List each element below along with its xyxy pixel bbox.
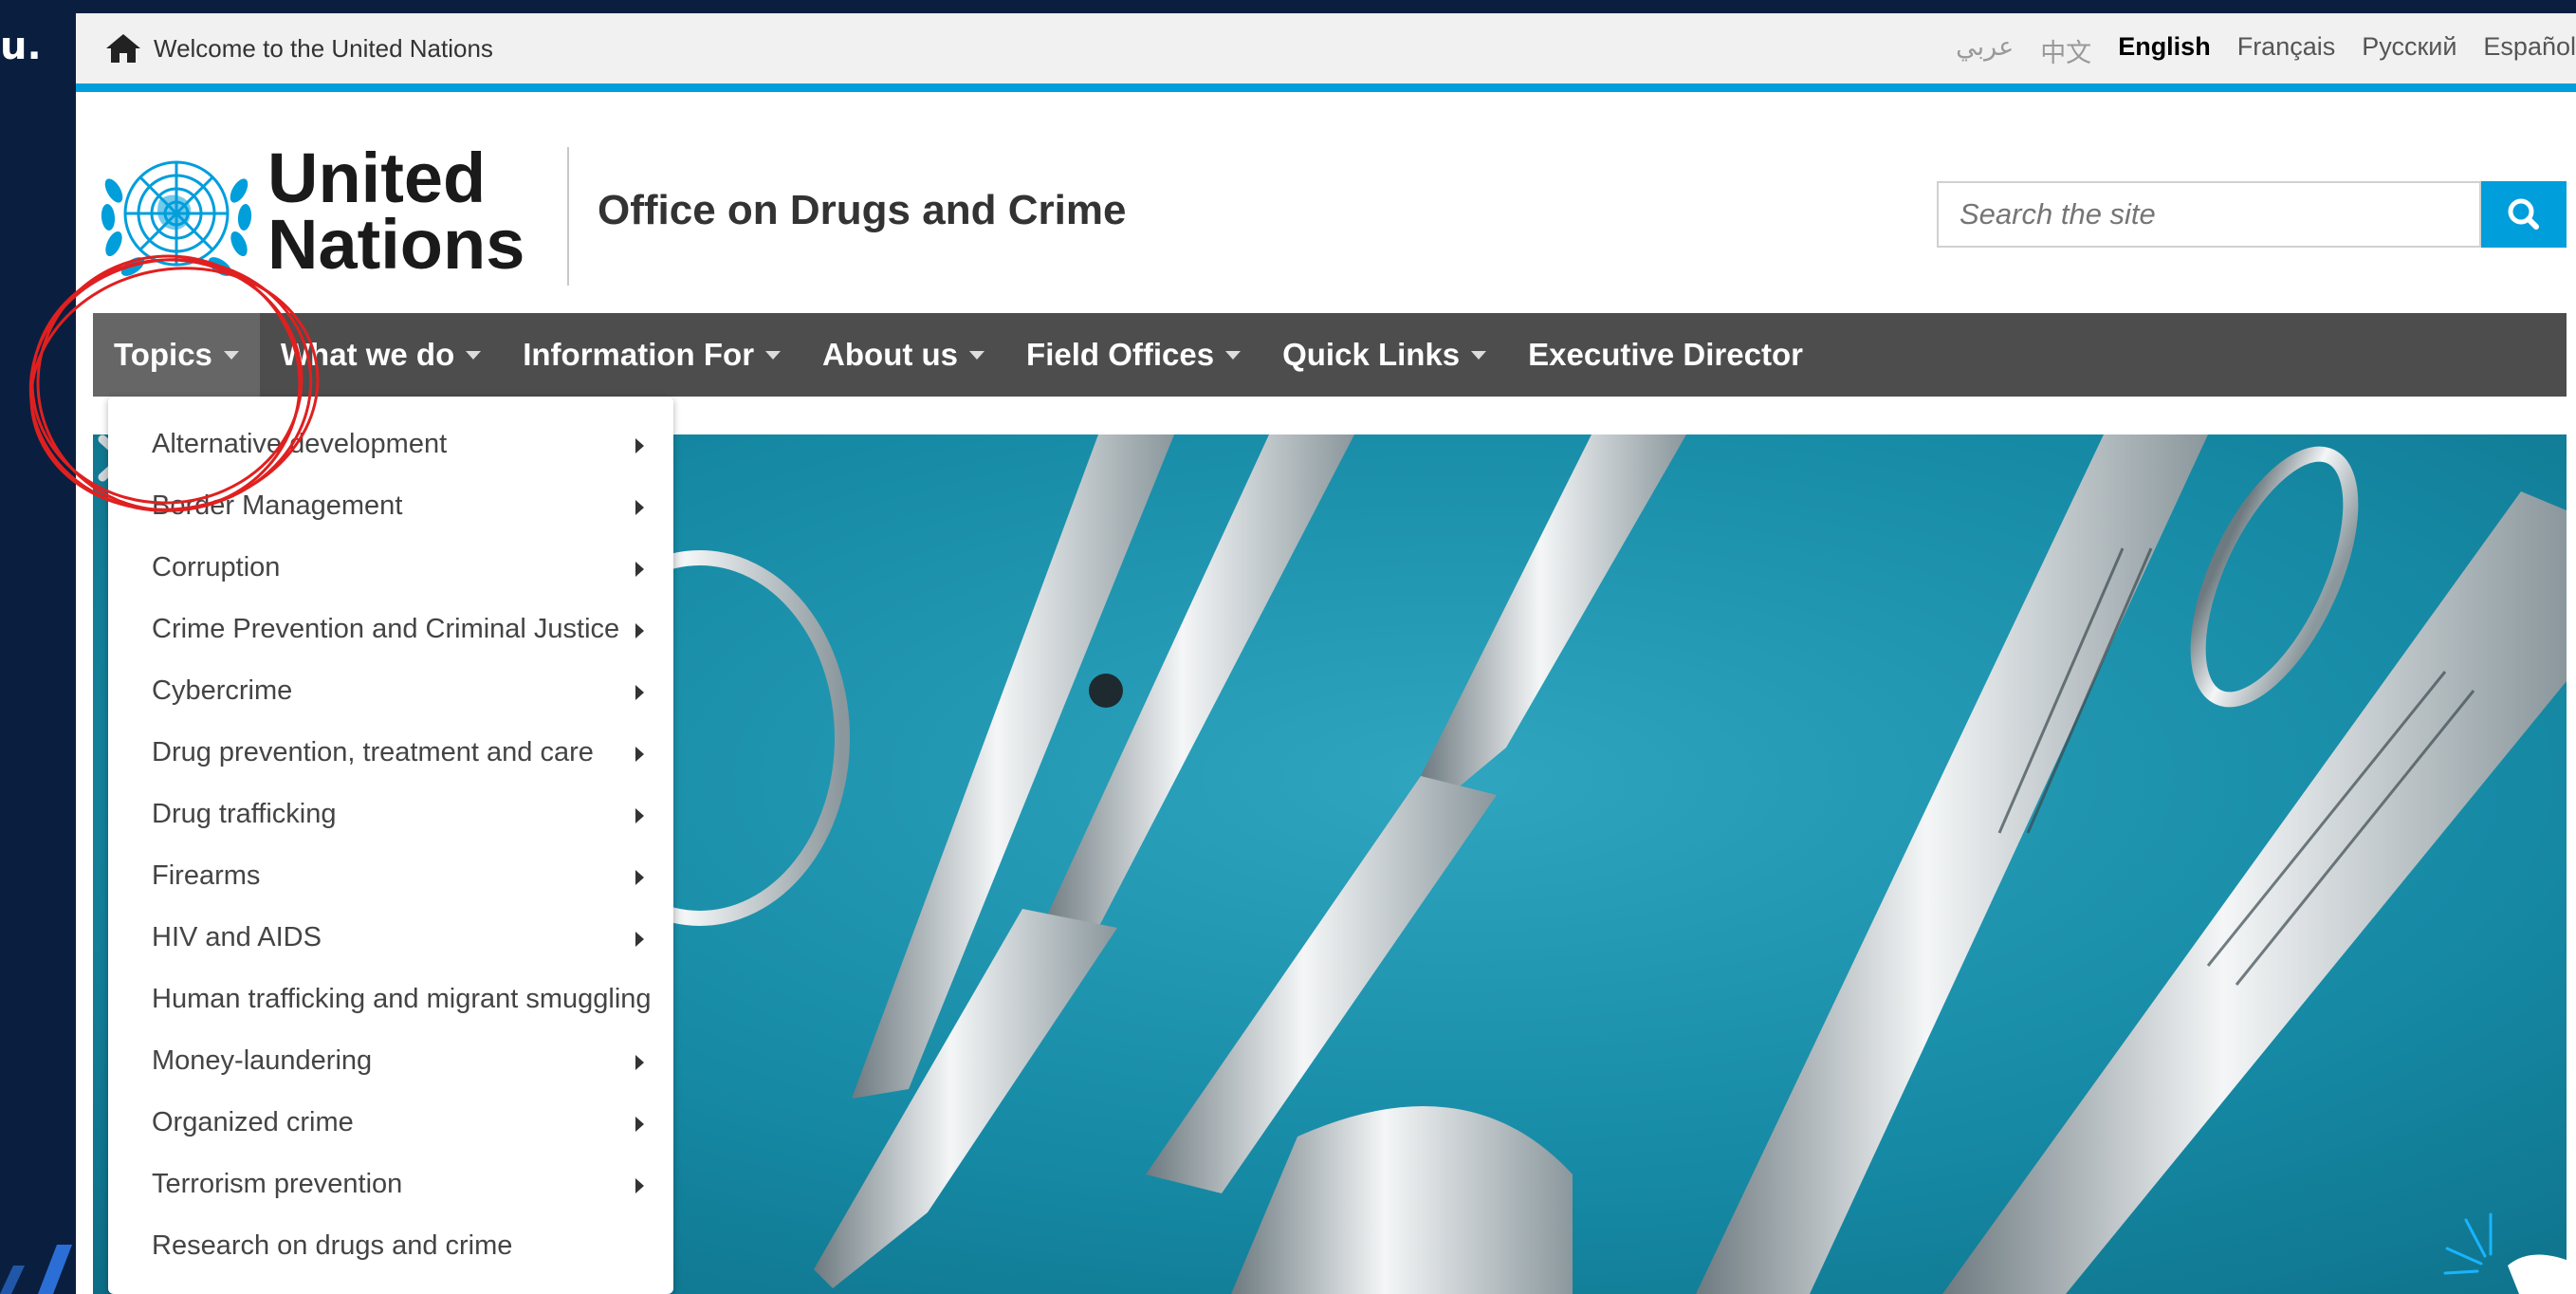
topic-label: HIV and AIDS xyxy=(152,922,322,952)
topic-label: Terrorism prevention xyxy=(152,1169,403,1199)
topic-human-trafficking[interactable]: Human trafficking and migrant smuggling xyxy=(108,969,673,1030)
nav-field-offices-label: Field Offices xyxy=(1026,337,1215,372)
office-title[interactable]: Office on Drugs and Crime xyxy=(598,187,1126,234)
nav-executive-director-label: Executive Director xyxy=(1528,337,1803,372)
language-switcher: عربي 中文 English Français Русский Español xyxy=(1956,32,2576,69)
topic-alternative-development[interactable]: Alternative development xyxy=(108,414,673,475)
topic-drug-prevention[interactable]: Drug prevention, treatment and care xyxy=(108,722,673,784)
caret-right-icon xyxy=(635,932,644,947)
lang-russian[interactable]: Русский xyxy=(2362,32,2456,69)
caret-down-icon xyxy=(1471,350,1487,360)
topic-label: Human trafficking and migrant smuggling xyxy=(152,984,652,1014)
un-emblem-icon[interactable] xyxy=(93,143,260,287)
topic-research[interactable]: Research on drugs and crime xyxy=(108,1215,673,1277)
wordmark-line-1: United xyxy=(267,139,487,217)
nav-quick-links-label: Quick Links xyxy=(1282,337,1461,372)
frame-edge-text: u. xyxy=(0,25,42,68)
topic-corruption[interactable]: Corruption xyxy=(108,537,673,599)
decorative-slash-icon xyxy=(0,1245,72,1294)
search-button[interactable] xyxy=(2481,181,2567,248)
caret-right-icon xyxy=(635,623,644,638)
un-wordmark[interactable]: United Nations xyxy=(267,139,525,284)
topic-firearms[interactable]: Firearms xyxy=(108,845,673,907)
home-icon[interactable] xyxy=(104,32,142,65)
site-header: United Nations Office on Drugs and Crime xyxy=(76,92,2576,320)
caret-down-icon xyxy=(969,350,985,360)
header-divider xyxy=(567,147,569,286)
topic-label: Corruption xyxy=(152,552,281,582)
caret-right-icon xyxy=(635,808,644,823)
nav-quick-links[interactable]: Quick Links xyxy=(1261,313,1507,397)
search-icon xyxy=(2508,198,2539,230)
topic-cybercrime[interactable]: Cybercrime xyxy=(108,660,673,722)
nav-what-we-do[interactable]: What we do xyxy=(260,313,502,397)
caret-right-icon xyxy=(635,870,644,885)
topic-label: Money-laundering xyxy=(152,1045,373,1076)
caret-down-icon xyxy=(466,350,482,360)
topic-label: Organized crime xyxy=(152,1107,354,1137)
topic-label: Drug trafficking xyxy=(152,799,337,829)
topic-label: Research on drugs and crime xyxy=(152,1230,513,1261)
caret-down-icon xyxy=(765,350,782,360)
topics-dropdown: Alternative development Border Managemen… xyxy=(108,397,673,1294)
caret-right-icon xyxy=(635,1117,644,1132)
topic-crime-prevention[interactable]: Crime Prevention and Criminal Justice xyxy=(108,599,673,660)
topic-money-laundering[interactable]: Money-laundering xyxy=(108,1030,673,1092)
topic-drug-trafficking[interactable]: Drug trafficking xyxy=(108,784,673,845)
topic-label: Cybercrime xyxy=(152,675,293,706)
nav-information-for[interactable]: Information For xyxy=(502,313,801,397)
nav-information-for-label: Information For xyxy=(523,337,755,372)
search-input[interactable] xyxy=(1937,181,2481,248)
top-bar: Welcome to the United Nations عربي 中文 En… xyxy=(76,13,2576,92)
nav-field-offices[interactable]: Field Offices xyxy=(1005,313,1261,397)
topic-border-management[interactable]: Border Management xyxy=(108,475,673,537)
browser-page: Welcome to the United Nations عربي 中文 En… xyxy=(76,13,2576,1294)
topic-hiv-aids[interactable]: HIV and AIDS xyxy=(108,907,673,969)
wordmark-line-2: Nations xyxy=(267,205,525,284)
topic-label: Alternative development xyxy=(152,429,448,459)
topic-label: Drug prevention, treatment and care xyxy=(152,737,594,767)
lang-chinese[interactable]: 中文 xyxy=(2040,32,2091,69)
lang-english[interactable]: English xyxy=(2118,32,2211,69)
nav-what-we-do-label: What we do xyxy=(280,337,455,372)
main-nav: Topics What we do Information For About … xyxy=(93,313,2567,397)
nav-about-us-label: About us xyxy=(822,337,959,372)
lang-spanish[interactable]: Español xyxy=(2483,32,2576,69)
nav-topics[interactable]: Topics xyxy=(93,313,260,397)
topic-label: Firearms xyxy=(152,860,261,891)
cursor-click-icon xyxy=(2443,1212,2576,1294)
lang-french[interactable]: Français xyxy=(2237,32,2336,69)
caret-right-icon xyxy=(635,500,644,515)
caret-right-icon xyxy=(635,438,644,453)
nav-about-us[interactable]: About us xyxy=(801,313,1005,397)
nav-topics-label: Topics xyxy=(114,337,212,372)
topic-organized-crime[interactable]: Organized crime xyxy=(108,1092,673,1154)
topic-terrorism-prevention[interactable]: Terrorism prevention xyxy=(108,1154,673,1215)
caret-right-icon xyxy=(635,1178,644,1193)
topic-label: Border Management xyxy=(152,490,403,521)
nav-executive-director[interactable]: Executive Director xyxy=(1507,313,1824,397)
caret-right-icon xyxy=(635,747,644,762)
caret-down-icon xyxy=(223,350,239,360)
caret-right-icon xyxy=(635,1055,644,1070)
lang-arabic[interactable]: عربي xyxy=(1956,32,2014,69)
topic-label: Crime Prevention and Criminal Justice xyxy=(152,614,620,644)
caret-right-icon xyxy=(635,562,644,577)
caret-right-icon xyxy=(635,685,644,700)
caret-down-icon xyxy=(1225,350,1242,360)
welcome-link[interactable]: Welcome to the United Nations xyxy=(154,34,493,64)
